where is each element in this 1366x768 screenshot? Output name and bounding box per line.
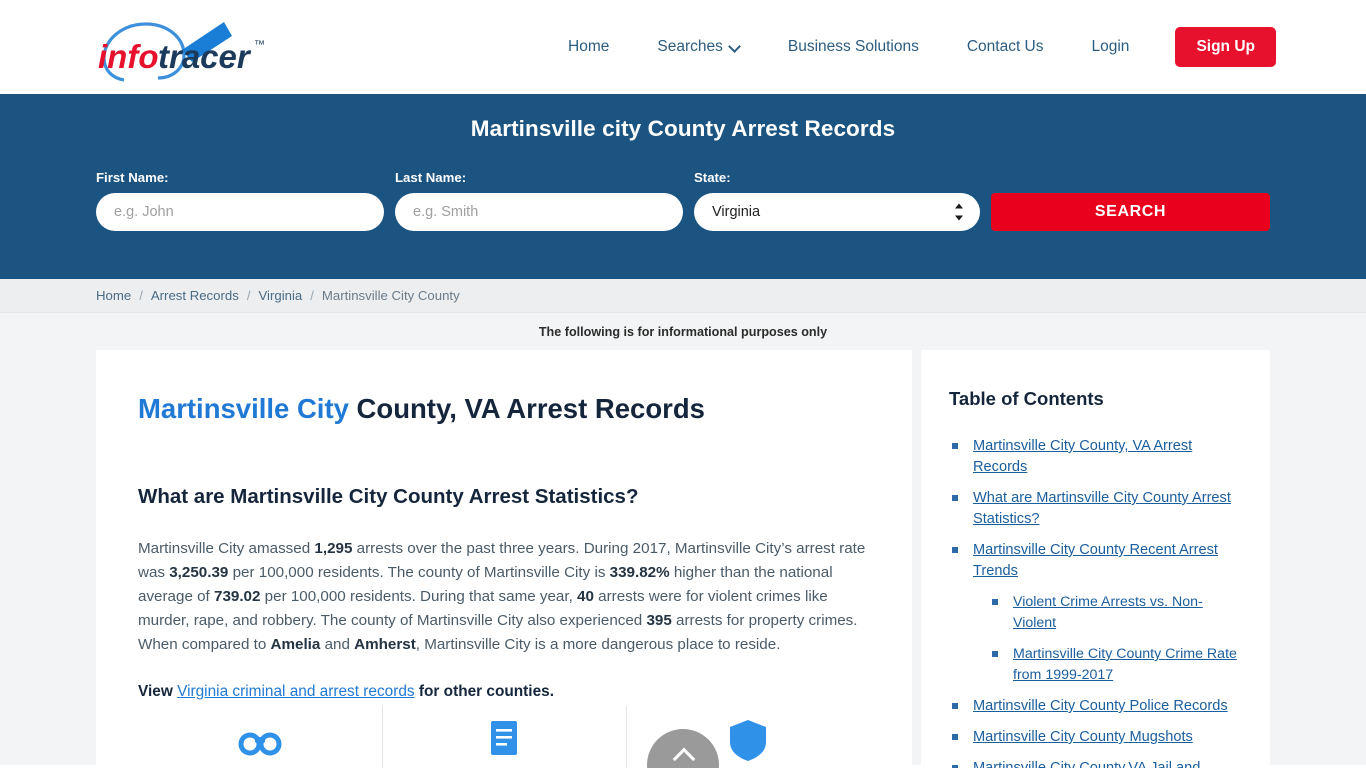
stat-violent-arrests: 40	[577, 588, 594, 605]
last-name-field-group: Last Name:	[395, 170, 683, 231]
chevron-down-icon	[730, 41, 740, 51]
nav-item-searches[interactable]: Searches	[633, 38, 763, 56]
view-prefix: View	[138, 683, 178, 700]
stat-total-arrests: 1,295	[314, 540, 353, 557]
breadcrumb-item-current: Martinsville City County	[321, 288, 460, 303]
toc-link-arrest-statistics[interactable]: What are Martinsville City County Arrest…	[973, 490, 1231, 527]
nav-label: Contact Us	[966, 38, 1044, 55]
toc-link-recent-arrest-trends[interactable]: Martinsville City County Recent Arrest T…	[973, 542, 1218, 579]
search-form: First Name: Last Name: State: Virginia S…	[96, 170, 1270, 231]
first-name-field-group: First Name:	[96, 170, 384, 231]
toc-item: Martinsville City County Mugshots	[949, 727, 1242, 748]
sign-up-button[interactable]: Sign Up	[1175, 27, 1276, 67]
toc-item: Martinsville City County,VA Jail and Inm…	[949, 758, 1242, 768]
toc-item: What are Martinsville City County Arrest…	[949, 488, 1242, 530]
document-icon	[491, 721, 517, 755]
toc-item: Martinsville City County, VA Arrest Reco…	[949, 436, 1242, 478]
nav-item-home[interactable]: Home	[544, 38, 633, 56]
nav-item-business-solutions[interactable]: Business Solutions	[764, 38, 943, 56]
main-navigation: Home Searches Business Solutions Contact…	[544, 27, 1276, 67]
virginia-records-link[interactable]: Virginia criminal and arrest records	[177, 683, 415, 700]
banner-title: Martinsville city County Arrest Records	[470, 116, 896, 141]
first-name-label: First Name:	[96, 170, 169, 185]
stat-icon-cell-1	[138, 702, 382, 764]
stat-icon-cell-2	[382, 702, 626, 768]
first-name-input[interactable]	[96, 193, 384, 231]
infotracer-logo[interactable]: info tracer ™	[96, 0, 276, 94]
nav-label: Home	[568, 38, 610, 55]
statistics-paragraph: Martinsville City amassed 1,295 arrests …	[138, 537, 870, 657]
page-body: Martinsville City County, VA Arrest Reco…	[0, 350, 1366, 768]
toc-subitem: Violent Crime Arrests vs. Non-Violent	[991, 592, 1242, 634]
toc-link-mugshots[interactable]: Martinsville City County Mugshots	[973, 729, 1193, 745]
nav-item-login[interactable]: Login	[1068, 38, 1154, 56]
para-text: Martinsville City amassed	[138, 540, 315, 557]
search-banner: Martinsville city County Arrest Records …	[0, 94, 1366, 279]
nav-item-contact-us[interactable]: Contact Us	[943, 38, 1068, 56]
toc-sublist: Violent Crime Arrests vs. Non-Violent Ma…	[973, 592, 1242, 686]
para-text: per 100,000 residents. The county of Mar…	[228, 564, 610, 581]
breadcrumb-separator: /	[139, 288, 143, 303]
breadcrumb-separator: /	[310, 288, 314, 303]
para-text: and	[320, 636, 355, 653]
nav-label: Searches	[657, 38, 723, 55]
stat-national-average: 739.02	[214, 588, 261, 605]
table-of-contents-card: Table of Contents Martinsville City Coun…	[921, 350, 1270, 768]
breadcrumb: Home / Arrest Records / Virginia / Marti…	[0, 279, 1366, 313]
para-text: , Martinsville City is a more dangerous …	[415, 636, 781, 653]
state-label: State:	[694, 170, 731, 185]
stat-icon-strip	[138, 702, 870, 768]
nav-label: Business Solutions	[787, 38, 919, 55]
toc-link-police-records[interactable]: Martinsville City County Police Records	[973, 698, 1228, 714]
main-content-card: Martinsville City County, VA Arrest Reco…	[96, 350, 912, 768]
handcuffs-icon	[238, 732, 282, 756]
toc-link-violent-vs-nonviolent[interactable]: Violent Crime Arrests vs. Non-Violent	[1013, 594, 1203, 631]
para-text: per 100,000 residents. During that same …	[260, 588, 578, 605]
state-field-group: State: Virginia	[694, 170, 980, 231]
search-button[interactable]: SEARCH	[991, 193, 1270, 231]
view-other-counties-line: View Virginia criminal and arrest record…	[138, 683, 870, 701]
breadcrumb-item-home[interactable]: Home	[96, 288, 131, 303]
stat-arrest-rate: 3,250.39	[169, 564, 229, 581]
svg-text:tracer: tracer	[158, 38, 252, 75]
toc-link-arrest-records[interactable]: Martinsville City County, VA Arrest Reco…	[973, 438, 1192, 475]
breadcrumb-item-arrest-records[interactable]: Arrest Records	[151, 288, 239, 303]
last-name-input[interactable]	[395, 193, 683, 231]
breadcrumb-separator: /	[246, 288, 251, 303]
comparison-county-1: Amelia	[270, 636, 321, 653]
toc-link-jail-inmate-records[interactable]: Martinsville City County,VA Jail and Inm…	[973, 760, 1200, 768]
toc-list: Martinsville City County, VA Arrest Reco…	[949, 436, 1242, 768]
state-select[interactable]: Virginia	[694, 193, 980, 231]
comparison-county-2: Amherst	[354, 636, 416, 653]
stat-percent-higher: 339.82%	[609, 564, 670, 581]
page-title-rest: County, VA Arrest Records	[348, 393, 705, 424]
badge-icon	[730, 720, 766, 761]
page-title-highlight: Martinsville City	[138, 393, 349, 424]
toc-title: Table of Contents	[949, 388, 1104, 409]
logo-graphic: info tracer ™	[98, 22, 265, 82]
site-header: info tracer ™ Home Searches Business Sol…	[0, 0, 1366, 94]
breadcrumb-item-virginia[interactable]: Virginia	[258, 288, 302, 303]
toc-subitem: Martinsville City County Crime Rate from…	[991, 644, 1242, 686]
view-suffix: for other counties.	[414, 683, 554, 700]
nav-label: Login	[1091, 38, 1130, 55]
chevron-up-icon	[674, 746, 692, 764]
toc-item: Martinsville City County Recent Arrest T…	[949, 540, 1242, 686]
svg-text:™: ™	[254, 39, 265, 51]
toc-link-crime-rate-1999-2017[interactable]: Martinsville City County Crime Rate from…	[1013, 646, 1237, 683]
informational-notice: The following is for informational purpo…	[0, 313, 1366, 350]
last-name-label: Last Name:	[395, 170, 467, 185]
svg-text:info: info	[98, 38, 158, 75]
toc-item: Martinsville City County Police Records	[949, 696, 1242, 717]
stat-property-arrests: 395	[646, 612, 672, 629]
section-heading: What are Martinsville City County Arrest…	[138, 485, 639, 508]
page-title: Martinsville City County, VA Arrest Reco…	[138, 392, 870, 425]
